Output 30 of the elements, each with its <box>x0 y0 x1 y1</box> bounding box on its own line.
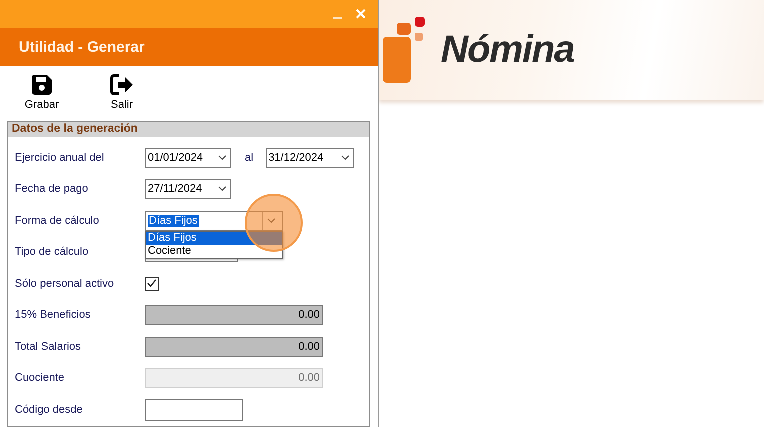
amount-field[interactable]: 0.00 <box>145 336 323 357</box>
dropdown-option[interactable]: Cociente <box>146 244 282 258</box>
field-label: Código desde <box>15 404 84 416</box>
exit-icon <box>110 74 134 96</box>
field-label: Cuociente <box>15 372 66 384</box>
field-label: Tipo de cálculo <box>15 246 90 258</box>
field-label: Forma de cálculo <box>15 214 100 227</box>
field-label: Sólo personal activo <box>15 278 116 290</box>
date-picker[interactable]: 27/11/2024 <box>145 179 231 200</box>
checkbox[interactable] <box>145 276 159 291</box>
input-field[interactable] <box>145 398 243 421</box>
logo-text: Nómina <box>441 28 574 72</box>
field-label: Fecha de pago <box>15 183 90 196</box>
date-picker[interactable]: 01/01/2024 <box>145 148 231 168</box>
window-title: Utilidad - Generar <box>19 38 145 56</box>
field-label: 15% Beneficios <box>15 309 92 322</box>
dropdown-option[interactable]: Días Fijos <box>146 232 282 245</box>
logo-mark-icon <box>383 15 427 85</box>
chevron-down-icon[interactable] <box>340 154 350 161</box>
dropdown[interactable]: Días Fijos <box>145 210 283 231</box>
field-label: Total Salarios <box>15 340 82 353</box>
save-button[interactable]: Grabar <box>22 74 62 118</box>
group-title: Datos de la generación <box>8 122 369 137</box>
date-picker[interactable]: 31/12/2024 <box>266 148 354 168</box>
chevron-down-icon[interactable] <box>218 154 227 161</box>
field-label: Ejercicio anual del <box>15 152 106 164</box>
chevron-down-icon[interactable] <box>218 186 227 192</box>
amount-field[interactable]: 0.00 <box>145 305 323 326</box>
exit-button[interactable]: Salir <box>102 74 142 118</box>
field-label: al <box>245 152 254 164</box>
